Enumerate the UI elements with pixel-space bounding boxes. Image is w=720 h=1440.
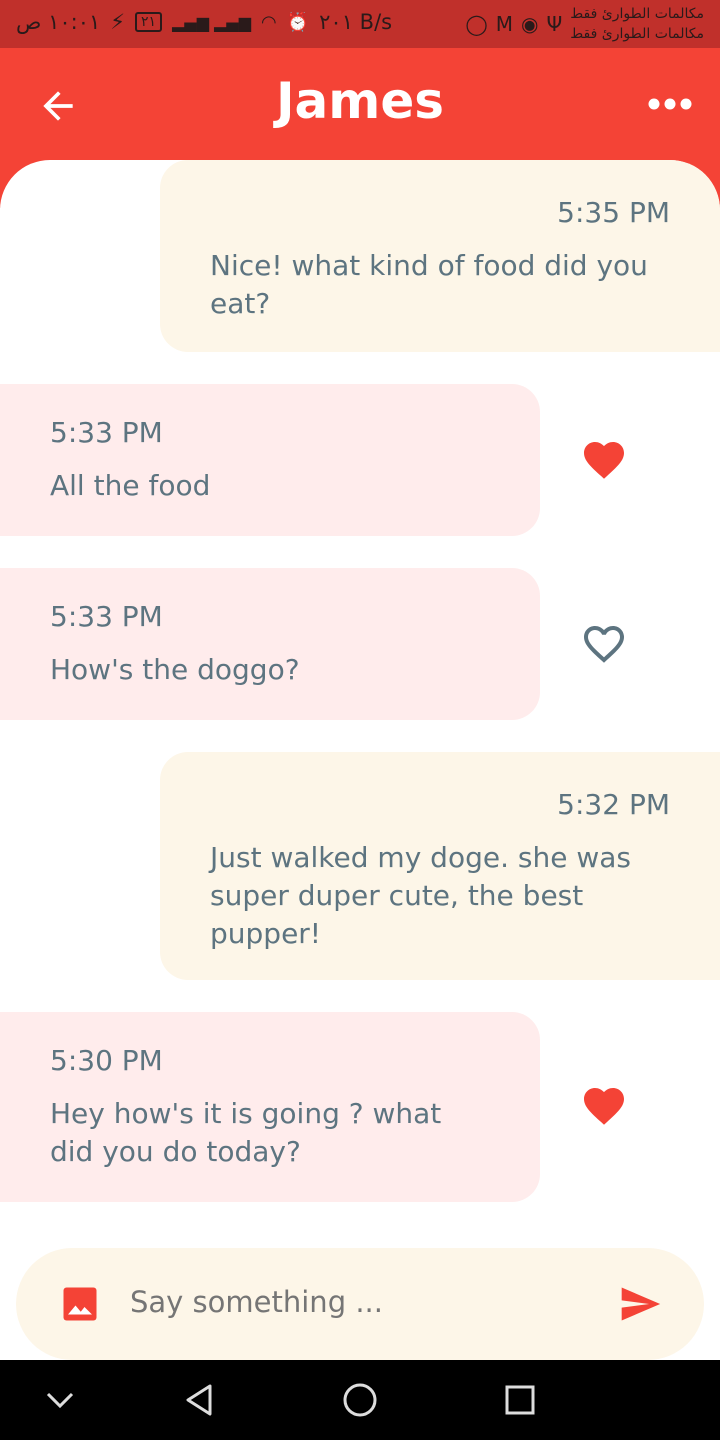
carrier-line-2: مكالمات الطوارئ فقط <box>570 26 704 42</box>
message-received: 5:33 PM How's the doggo? <box>0 568 540 720</box>
system-nav-bar <box>0 1360 720 1440</box>
message-sent: 5:32 PM Just walked my doge. she was sup… <box>160 752 720 980</box>
message-input[interactable] <box>128 1284 592 1320</box>
page-title: James <box>275 72 445 130</box>
charging-icon: ⚡ <box>110 10 126 34</box>
signal-icon: ▂▄▆ ▂▄▆ <box>172 12 251 32</box>
messenger-icon: ◉ <box>521 12 539 36</box>
image-icon[interactable] <box>62 1286 98 1322</box>
message-composer <box>16 1248 704 1360</box>
more-horizontal-icon[interactable] <box>648 92 692 116</box>
message-received: 5:33 PM All the food <box>0 384 540 536</box>
network-speed: ٢٠١ B/s <box>319 10 393 34</box>
message-time: 5:30 PM <box>50 1044 163 1077</box>
message-time: 5:35 PM <box>557 196 670 229</box>
gmail-icon: M <box>495 12 514 36</box>
chevron-down-icon[interactable] <box>40 1380 80 1420</box>
message-received: 5:30 PM Hey how's it is going ? what did… <box>0 1012 540 1202</box>
usb-icon: Ψ <box>546 12 563 36</box>
message-text: Nice! what kind of food did you eat? <box>210 249 648 320</box>
message-text: All the food <box>50 469 211 502</box>
send-icon[interactable] <box>616 1282 664 1326</box>
back-triangle-icon[interactable] <box>180 1380 220 1420</box>
whatsapp-icon: ◯ <box>465 12 488 36</box>
clock: ١٠:٠١ ص <box>16 10 101 34</box>
message-time: 5:33 PM <box>50 416 163 449</box>
message-text: How's the doggo? <box>50 653 300 686</box>
alarm-icon: ⏰ <box>286 11 310 33</box>
heart-outline-icon[interactable] <box>580 620 628 668</box>
message-text: Hey how's it is going ? what did you do … <box>50 1097 442 1168</box>
recents-square-icon[interactable] <box>500 1380 540 1420</box>
battery-level: ٢١ <box>141 14 157 30</box>
status-bar: ١٠:٠١ ص ⚡ ٢١ ▂▄▆ ▂▄▆ ◠ ⏰ ٢٠١ B/s ◯ M ◉ Ψ… <box>0 0 720 48</box>
heart-filled-icon[interactable] <box>580 1082 628 1130</box>
status-left: ١٠:٠١ ص ⚡ ٢١ ▂▄▆ ▂▄▆ ◠ ⏰ ٢٠١ B/s <box>16 10 392 34</box>
status-right: ◯ M ◉ Ψ مكالمات الطوارئ فقط مكالمات الطو… <box>465 4 704 44</box>
wifi-icon: ◠ <box>261 11 277 33</box>
message-text: Just walked my doge. she was super duper… <box>210 841 631 950</box>
battery-icon: ٢١ <box>135 12 163 32</box>
home-circle-icon[interactable] <box>340 1380 380 1420</box>
message-time: 5:33 PM <box>50 600 163 633</box>
heart-filled-icon[interactable] <box>580 436 628 484</box>
chat-list[interactable]: 5:35 PM Nice! what kind of food did you … <box>0 160 720 1360</box>
carrier-info: مكالمات الطوارئ فقط مكالمات الطوارئ فقط <box>570 4 704 44</box>
message-time: 5:32 PM <box>557 788 670 821</box>
message-sent: 5:35 PM Nice! what kind of food did you … <box>160 160 720 352</box>
carrier-line-1: مكالمات الطوارئ فقط <box>570 6 704 22</box>
